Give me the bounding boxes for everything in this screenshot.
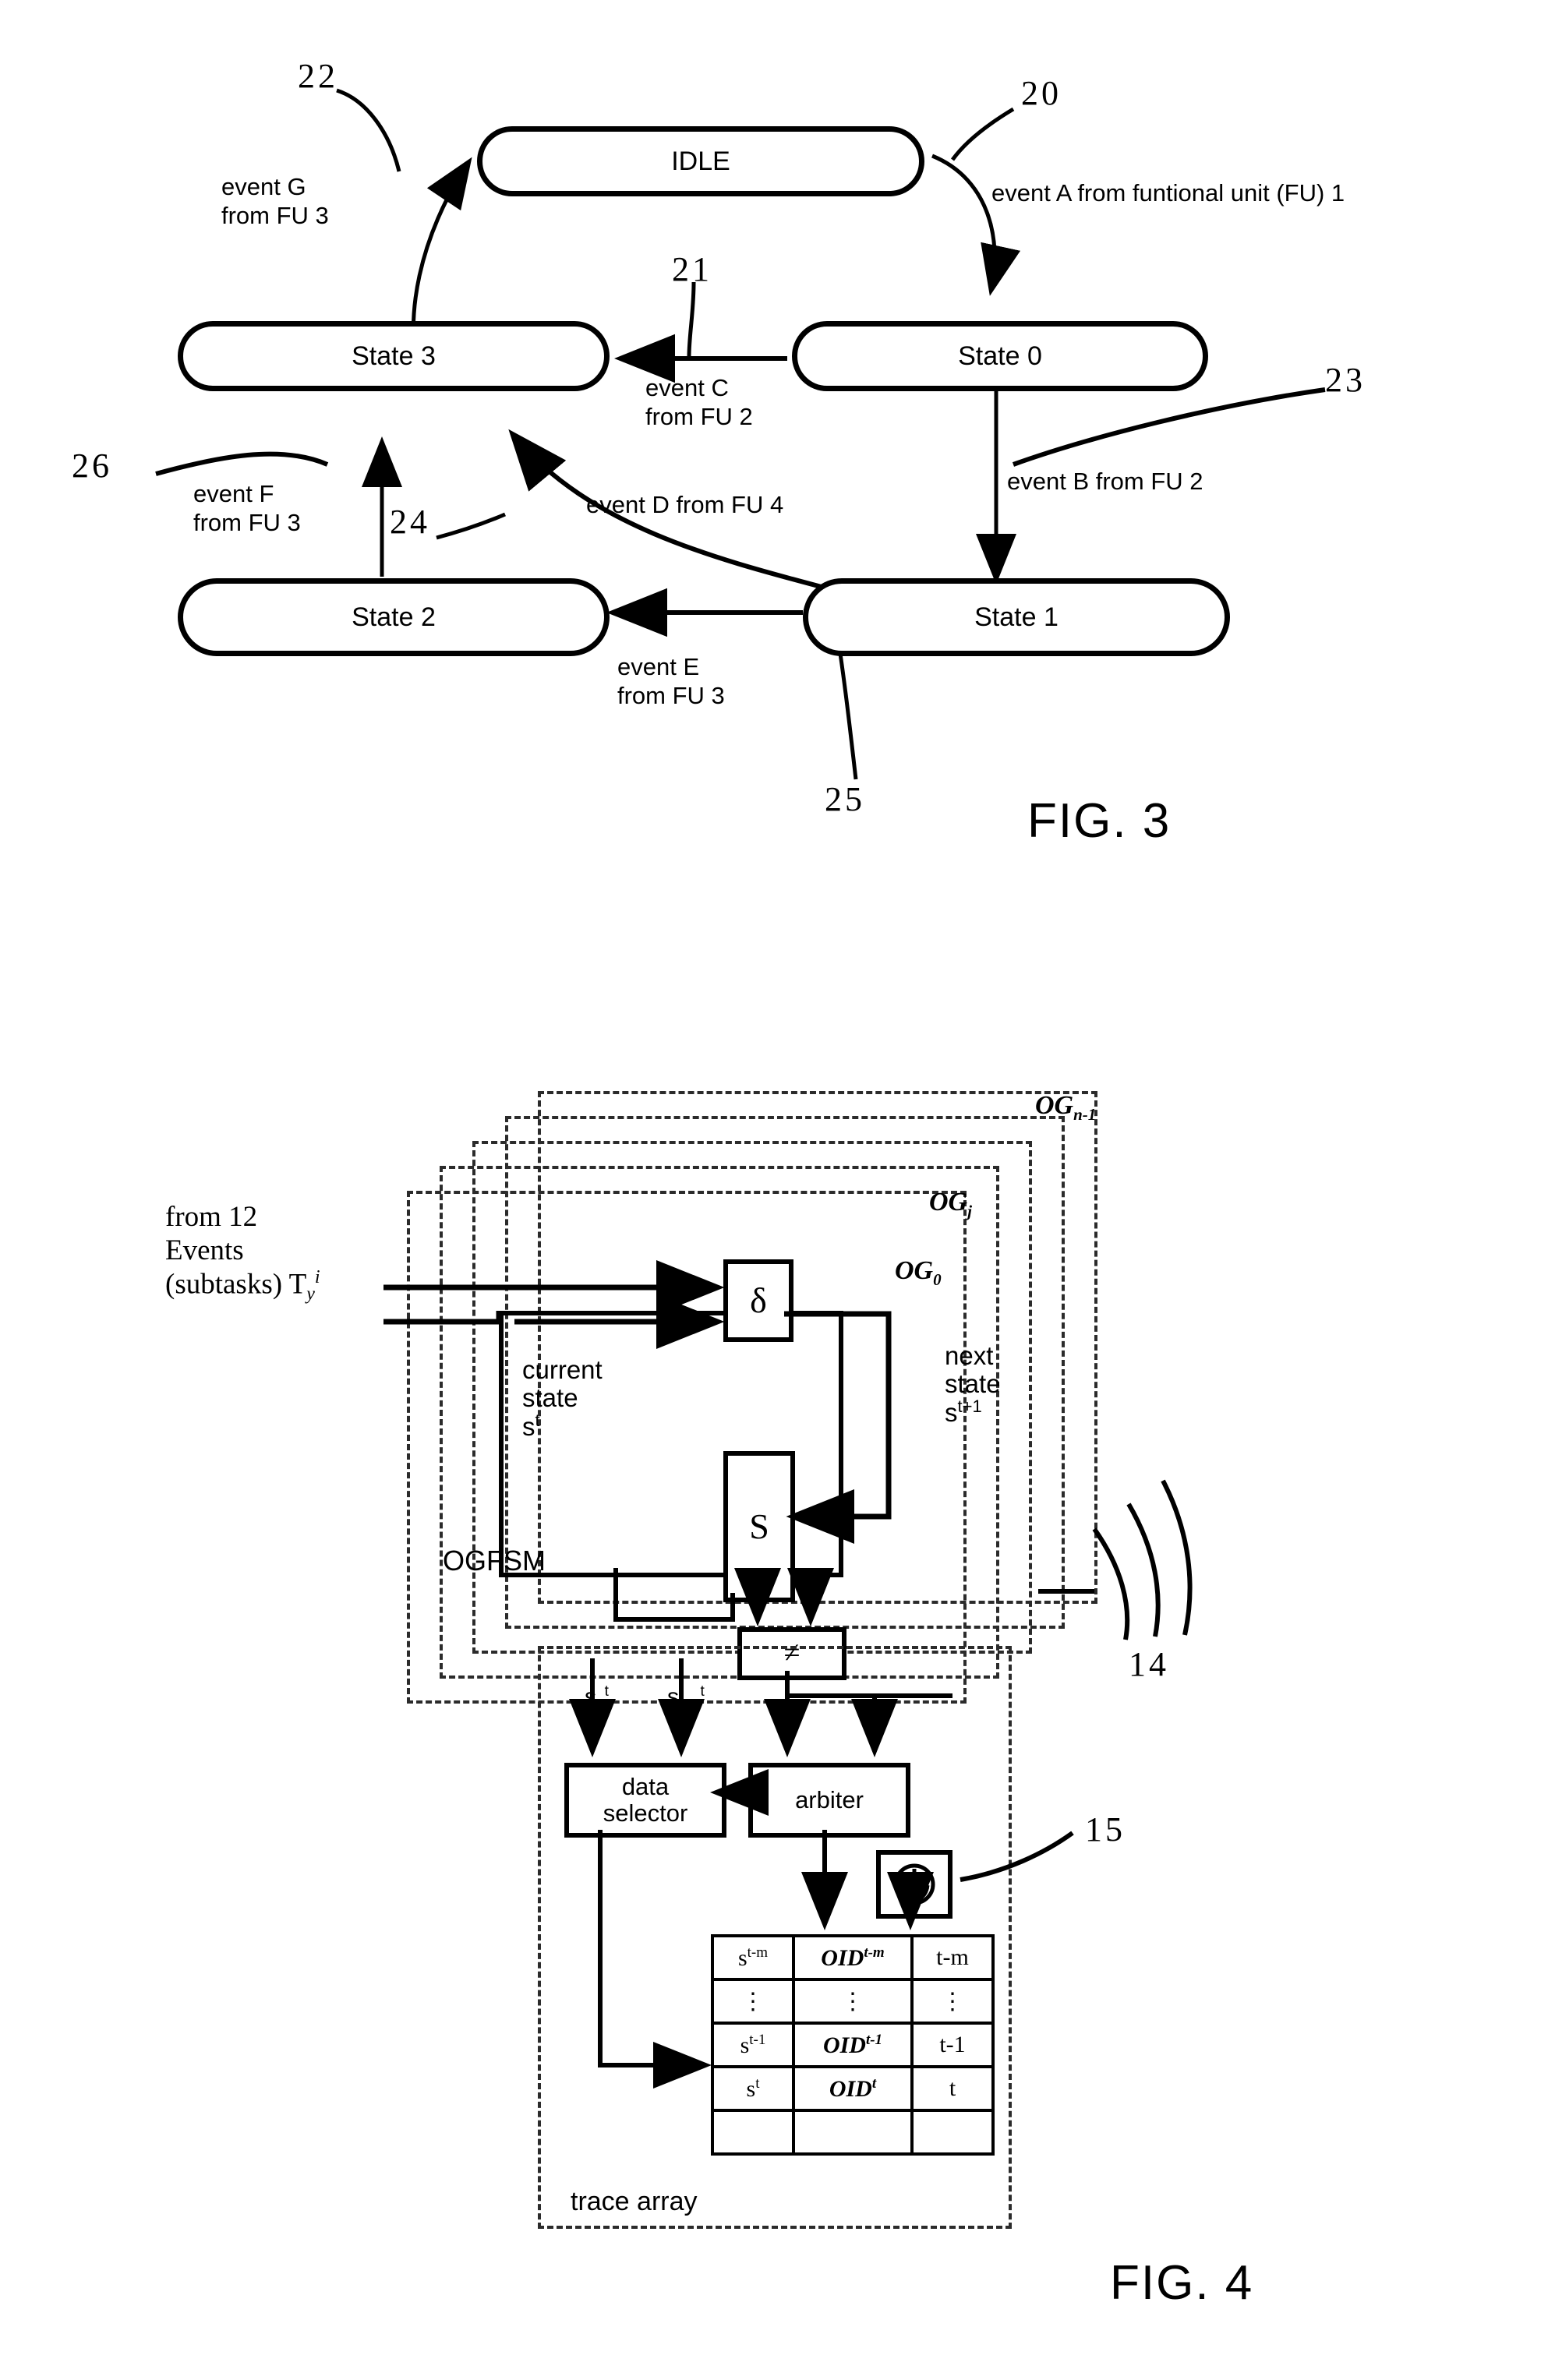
figure-4-caption: FIG. 4: [1110, 2256, 1254, 2310]
reference-numeral-15: 15: [1085, 1810, 1126, 1849]
patent-drawing-sheet: IDLE State 3 State 0 State 2 State 1 22 …: [0, 0, 1548, 2380]
reference-numeral-14: 14: [1129, 1645, 1169, 1683]
fig4-connectors: [383, 1260, 1193, 2089]
